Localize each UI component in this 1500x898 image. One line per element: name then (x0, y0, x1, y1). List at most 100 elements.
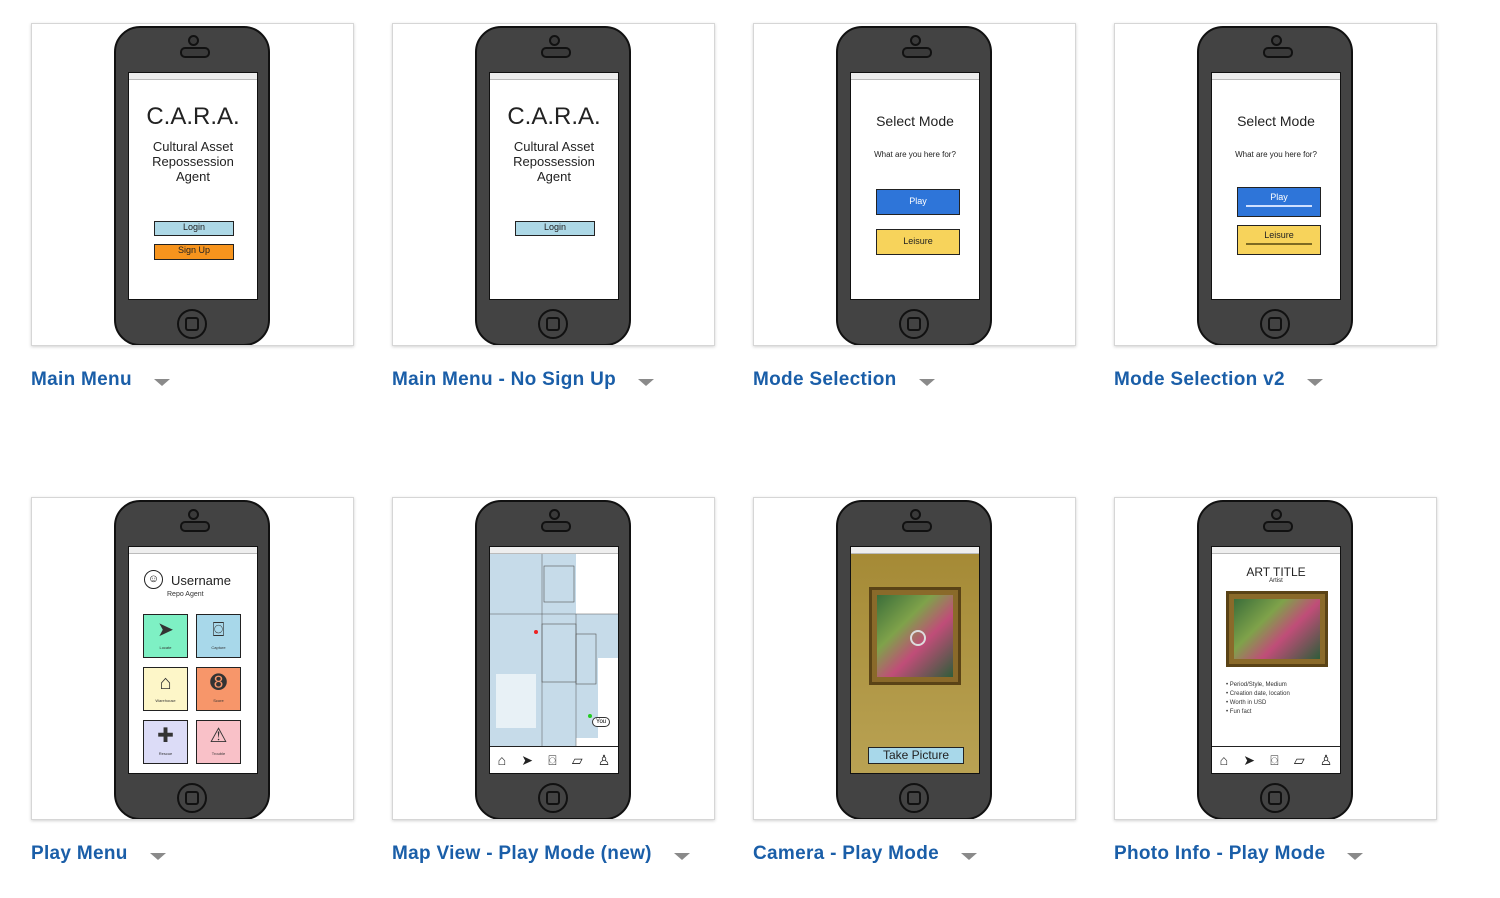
phone-frame: Take Picture (836, 500, 992, 819)
mockup-thumbnail[interactable]: C.A.R.A. Cultural Asset Repossession Age… (392, 23, 715, 346)
card-title[interactable]: Main Menu - No Sign Up (392, 369, 616, 391)
fact-text: Fun fact (1229, 709, 1252, 715)
camera-icon (549, 509, 560, 520)
home-icon[interactable]: ⌂ (1220, 752, 1228, 768)
home-button-icon (1260, 783, 1290, 813)
camera-icon (188, 509, 199, 520)
phone-screen: You ⌂ ➤ ⌼ ▱ ♙ (489, 546, 619, 774)
chevron-down-icon[interactable] (673, 852, 690, 860)
tile-score[interactable]: ➑ Score (196, 667, 241, 711)
tile-label: Locate (159, 645, 172, 650)
card-title[interactable]: Play Menu (31, 843, 128, 865)
card-title[interactable]: Main Menu (31, 369, 132, 391)
folder-icon[interactable]: ▱ (572, 752, 583, 769)
mockup-thumbnail[interactable]: ☺ Username Repo Agent ➤ Locate ⌼ Capture ⌂… (31, 497, 354, 820)
tile-capture[interactable]: ⌼ Capture (196, 614, 241, 658)
home-icon[interactable]: ⌂ (498, 752, 506, 768)
painting-image (1226, 591, 1328, 667)
camera-icon (910, 509, 921, 520)
signup-button[interactable]: Sign Up (154, 244, 234, 260)
mockup-thumbnail[interactable]: C.A.R.A. Cultural Asset Repossession Age… (31, 23, 354, 346)
mockup-thumbnail[interactable]: Take Picture (753, 497, 1076, 820)
folder-icon[interactable]: ▱ (1294, 752, 1305, 769)
card-title-row: Mode Selection v2 (1114, 369, 1323, 391)
mockup-thumbnail[interactable]: Select Mode What are you here for? Play … (753, 23, 1076, 346)
chevron-down-icon[interactable] (1347, 852, 1364, 860)
score-icon: ➑ (210, 672, 227, 694)
tile-label: Warehouse (155, 698, 176, 703)
phone-screen: Take Picture (850, 546, 980, 774)
phone-screen: C.A.R.A. Cultural Asset Repossession Age… (128, 72, 258, 300)
card-mode-selection[interactable]: Select Mode What are you here for? Play … (753, 23, 1076, 390)
mockup-thumbnail[interactable]: ART TITLE Artist • Period/Style, Medium … (1114, 497, 1437, 820)
tile-trouble[interactable]: ⚠ Trouble (196, 720, 241, 764)
tile-label: Rescue (158, 751, 173, 756)
tile-label: Score (213, 698, 224, 703)
take-picture-button[interactable]: Take Picture (868, 747, 964, 764)
card-title[interactable]: Map View - Play Mode (new) (392, 843, 652, 865)
fact-item: • Creation date, location (1226, 691, 1290, 697)
chevron-down-icon[interactable] (1306, 378, 1323, 386)
camera-icon[interactable]: ⌼ (548, 752, 556, 769)
user-icon[interactable]: ♙ (598, 752, 611, 769)
login-button[interactable]: Login (154, 221, 234, 236)
card-title[interactable]: Photo Info - Play Mode (1114, 843, 1325, 865)
card-title-row: Photo Info - Play Mode (1114, 843, 1364, 865)
subtitle-line: Cultural Asset (513, 139, 595, 154)
card-play-menu[interactable]: ☺ Username Repo Agent ➤ Locate ⌼ Capture ⌂… (31, 497, 354, 864)
speaker-icon (541, 521, 571, 532)
chevron-down-icon[interactable] (153, 378, 170, 386)
facts-list: • Period/Style, Medium • Creation date, … (1226, 681, 1290, 717)
tile-warehouse[interactable]: ⌂ Warehouse (143, 667, 188, 711)
card-map-view[interactable]: You ⌂ ➤ ⌼ ▱ ♙ Map View - Play Mode (new) (392, 497, 715, 864)
camera-icon[interactable]: ⌼ (1270, 752, 1278, 769)
card-main-menu-no-sign-up[interactable]: C.A.R.A. Cultural Asset Repossession Age… (392, 23, 715, 390)
camera-icon (1271, 509, 1282, 520)
card-photo-info[interactable]: ART TITLE Artist • Period/Style, Medium … (1114, 497, 1437, 864)
chevron-down-icon[interactable] (638, 378, 655, 386)
screen-heading: Select Mode (876, 113, 954, 129)
subtitle-line: Repossession (513, 154, 595, 169)
card-camera[interactable]: Take Picture Camera - Play Mode (753, 497, 1076, 864)
locate-icon[interactable]: ➤ (1243, 752, 1255, 769)
folder-icon: ⌂ (159, 672, 172, 694)
fact-item: • Worth in USD (1226, 700, 1267, 706)
card-title[interactable]: Camera - Play Mode (753, 843, 939, 865)
locate-icon[interactable]: ➤ (521, 752, 533, 769)
card-title[interactable]: Mode Selection (753, 369, 897, 391)
card-title-row: Main Menu (31, 369, 170, 391)
mockup-thumbnail[interactable]: You ⌂ ➤ ⌼ ▱ ♙ (392, 497, 715, 820)
chevron-down-icon[interactable] (960, 852, 977, 860)
play-button[interactable]: Play (876, 189, 960, 215)
fact-item: • Period/Style, Medium (1226, 682, 1287, 688)
subtitle-line: Agent (537, 169, 571, 184)
home-button-icon (177, 309, 207, 339)
card-mode-selection-v2[interactable]: Select Mode What are you here for? Play … (1114, 23, 1437, 390)
chevron-down-icon[interactable] (918, 378, 935, 386)
phone-screen: Select Mode What are you here for? Play … (1211, 72, 1341, 300)
speaker-icon (541, 47, 571, 58)
login-button[interactable]: Login (515, 221, 595, 236)
card-title[interactable]: Mode Selection v2 (1114, 369, 1285, 391)
fact-text: Period/Style, Medium (1229, 682, 1287, 688)
speaker-icon (1263, 521, 1293, 532)
leisure-button-label: Leisure (1264, 230, 1294, 240)
focus-icon (910, 630, 926, 646)
leisure-button[interactable]: Leisure (1237, 225, 1321, 255)
card-title-row: Camera - Play Mode (753, 843, 977, 865)
phone-frame: Select Mode What are you here for? Play … (1197, 26, 1353, 345)
tile-locate[interactable]: ➤ Locate (143, 614, 188, 658)
card-main-menu[interactable]: C.A.R.A. Cultural Asset Repossession Age… (31, 23, 354, 390)
speaker-icon (180, 47, 210, 58)
home-button-icon (899, 309, 929, 339)
tile-rescue[interactable]: ✚ Rescue (143, 720, 188, 764)
chevron-down-icon[interactable] (149, 852, 166, 860)
status-bar (129, 73, 257, 80)
play-button[interactable]: Play (1237, 187, 1321, 217)
user-icon[interactable]: ♙ (1320, 752, 1333, 769)
mockup-thumbnail[interactable]: Select Mode What are you here for? Play … (1114, 23, 1437, 346)
locate-icon: ➤ (157, 619, 174, 641)
leisure-button[interactable]: Leisure (876, 229, 960, 255)
speaker-icon (1263, 47, 1293, 58)
screen-heading: Select Mode (1237, 113, 1315, 129)
